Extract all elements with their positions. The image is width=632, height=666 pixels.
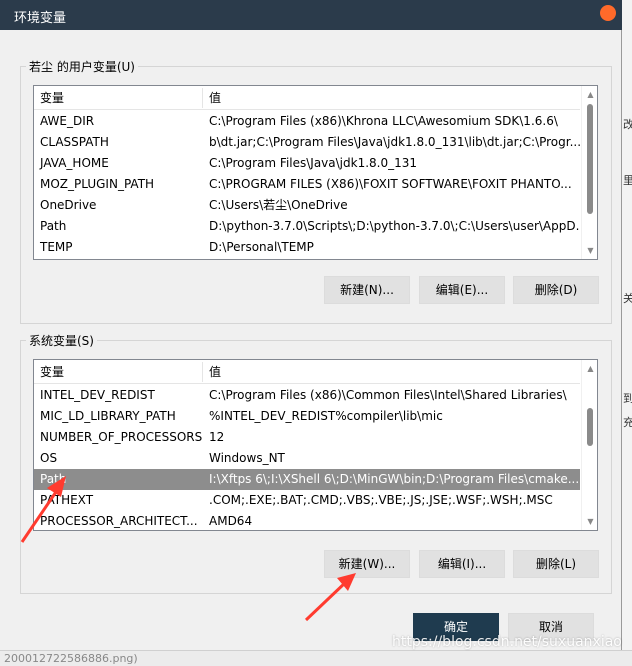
list-row[interactable]: MIC_LD_LIBRARY_PATH %INTEL_DEV_REDIST%com… (34, 406, 580, 427)
window-title: 环境变量 (14, 11, 67, 26)
scroll-thumb[interactable] (587, 408, 593, 446)
user-delete-button[interactable]: 删除(D) (513, 276, 599, 304)
column-header-value[interactable]: 值 (203, 86, 581, 110)
variable-name: PROCESSOR_ARCHITECT... (40, 514, 198, 528)
variable-name: PATHEXT (40, 493, 94, 507)
variable-value: .COM;.EXE;.BAT;.CMD;.VBS;.VBE;.JS;.JSE;.… (209, 493, 553, 507)
close-icon[interactable] (600, 5, 616, 21)
list-row[interactable]: JAVA_HOME C:\Program Files\Java\jdk1.8.0_… (34, 153, 580, 174)
list-row[interactable]: PATHEXT .COM;.EXE;.BAT;.CMD;.VBS;.VBE;.JS… (34, 490, 580, 511)
background-text: 到 (623, 392, 632, 405)
variable-name: AWE_DIR (40, 114, 95, 128)
variable-name: Path (40, 472, 67, 486)
variable-name: OneDrive (40, 198, 97, 212)
variable-value: C:\Program Files (x86)\Khrona LLC\Awesom… (209, 114, 558, 128)
variable-name: CLASSPATH (40, 135, 109, 149)
list-row[interactable]: MOZ_PLUGIN_PATH C:\PROGRAM FILES (X86)\FO… (34, 174, 580, 195)
variable-value: b\dt.jar;C:\Program Files\Java\jdk1.8.0_… (209, 135, 580, 149)
variable-value: C:\PROGRAM FILES (X86)\FOXIT SOFTWARE\FO… (209, 177, 572, 191)
background-text: 关 (623, 292, 632, 305)
variable-value: AMD64 (209, 514, 253, 528)
scrollbar[interactable]: ▲ ▼ (581, 86, 597, 259)
background-text: 充 (623, 416, 632, 429)
list-row[interactable]: OS Windows_NT (34, 448, 580, 469)
system-variables-label: 系统变量(S) (26, 332, 97, 349)
user-variables-list[interactable]: 变量 值 AWE_DIR C:\Program Files (x86)\Khron… (33, 85, 598, 260)
variable-name: INTEL_DEV_REDIST (40, 388, 155, 402)
column-header-variable[interactable]: 变量 (34, 360, 202, 384)
variable-value: I:\Xftps 6\;I:\XShell 6\;D:\MinGW\bin;D:… (209, 472, 580, 486)
variable-value: D:\Personal\TEMP (209, 240, 314, 254)
user-variables-label: 若尘 的用户变量(U) (26, 58, 138, 75)
system-delete-button[interactable]: 删除(L) (513, 550, 599, 578)
list-row[interactable]: Path I:\Xftps 6\;I:\XShell 6\;D:\MinGW\bi… (34, 469, 580, 490)
environment-variables-dialog: 环境变量 若尘 的用户变量(U) 变量 值 AWE_DIR C:\Program … (0, 0, 622, 650)
list-row[interactable]: TEMP D:\Personal\TEMP (34, 237, 580, 258)
variable-name: OS (40, 451, 58, 465)
variable-value: C:\Users\若尘\OneDrive (209, 198, 348, 212)
variable-value: D:\python-3.7.0\Scripts\;D:\python-3.7.0… (209, 219, 580, 233)
variable-name: MIC_LD_LIBRARY_PATH (40, 409, 176, 423)
user-new-button[interactable]: 新建(N)... (324, 276, 410, 304)
list-row[interactable]: CLASSPATH b\dt.jar;C:\Program Files\Java\… (34, 132, 580, 153)
variable-name: JAVA_HOME (40, 156, 109, 170)
scroll-up-icon[interactable]: ▲ (582, 86, 597, 103)
variable-name: TEMP (40, 240, 73, 254)
user-edit-button[interactable]: 编辑(E)... (419, 276, 505, 304)
scroll-down-icon[interactable]: ▼ (582, 242, 597, 259)
variable-value: 12 (209, 430, 225, 444)
background-text: 改 (623, 118, 632, 131)
background-status-bar: 200012722586886.png) (0, 650, 632, 666)
variable-name: NUMBER_OF_PROCESSORS (40, 430, 202, 444)
scroll-up-icon[interactable]: ▲ (582, 360, 597, 377)
scroll-thumb[interactable] (587, 104, 593, 214)
background-status-text: 200012722586886.png) (4, 652, 138, 665)
system-variables-list[interactable]: 变量 值 INTEL_DEV_REDIST C:\Program Files (x… (33, 359, 598, 531)
list-row[interactable]: Path D:\python-3.7.0\Scripts\;D:\python-3… (34, 216, 580, 237)
list-header: 变量 值 (34, 86, 580, 110)
scrollbar[interactable]: ▲ ▼ (581, 360, 597, 530)
watermark-text: https://blog.csdn.net/suxuanxiao (392, 634, 622, 650)
variable-value: C:\Program Files (x86)\Common Files\Inte… (209, 388, 567, 402)
column-header-variable[interactable]: 变量 (34, 86, 202, 110)
variable-name: Path (40, 219, 67, 233)
list-row[interactable]: INTEL_DEV_REDIST C:\Program Files (x86)\C… (34, 385, 580, 406)
variable-name: MOZ_PLUGIN_PATH (40, 177, 155, 191)
column-header-value[interactable]: 值 (203, 360, 581, 384)
list-row[interactable]: OneDrive C:\Users\若尘\OneDrive (34, 195, 580, 216)
system-edit-button[interactable]: 编辑(I)... (419, 550, 505, 578)
list-row[interactable]: PROCESSOR_ARCHITECT... AMD64 (34, 511, 580, 530)
background-text: 里 (623, 174, 632, 187)
system-new-button[interactable]: 新建(W)... (324, 550, 410, 578)
variable-value: C:\Program Files\Java\jdk1.8.0_131 (209, 156, 418, 170)
variable-value: Windows_NT (209, 451, 285, 465)
list-row[interactable]: AWE_DIR C:\Program Files (x86)\Khrona LLC… (34, 111, 580, 132)
scroll-down-icon[interactable]: ▼ (582, 513, 597, 530)
list-row[interactable]: NUMBER_OF_PROCESSORS 12 (34, 427, 580, 448)
variable-value: %INTEL_DEV_REDIST%compiler\lib\mic (209, 409, 443, 423)
list-header: 变量 值 (34, 360, 580, 384)
title-bar[interactable]: 环境变量 (0, 0, 622, 30)
